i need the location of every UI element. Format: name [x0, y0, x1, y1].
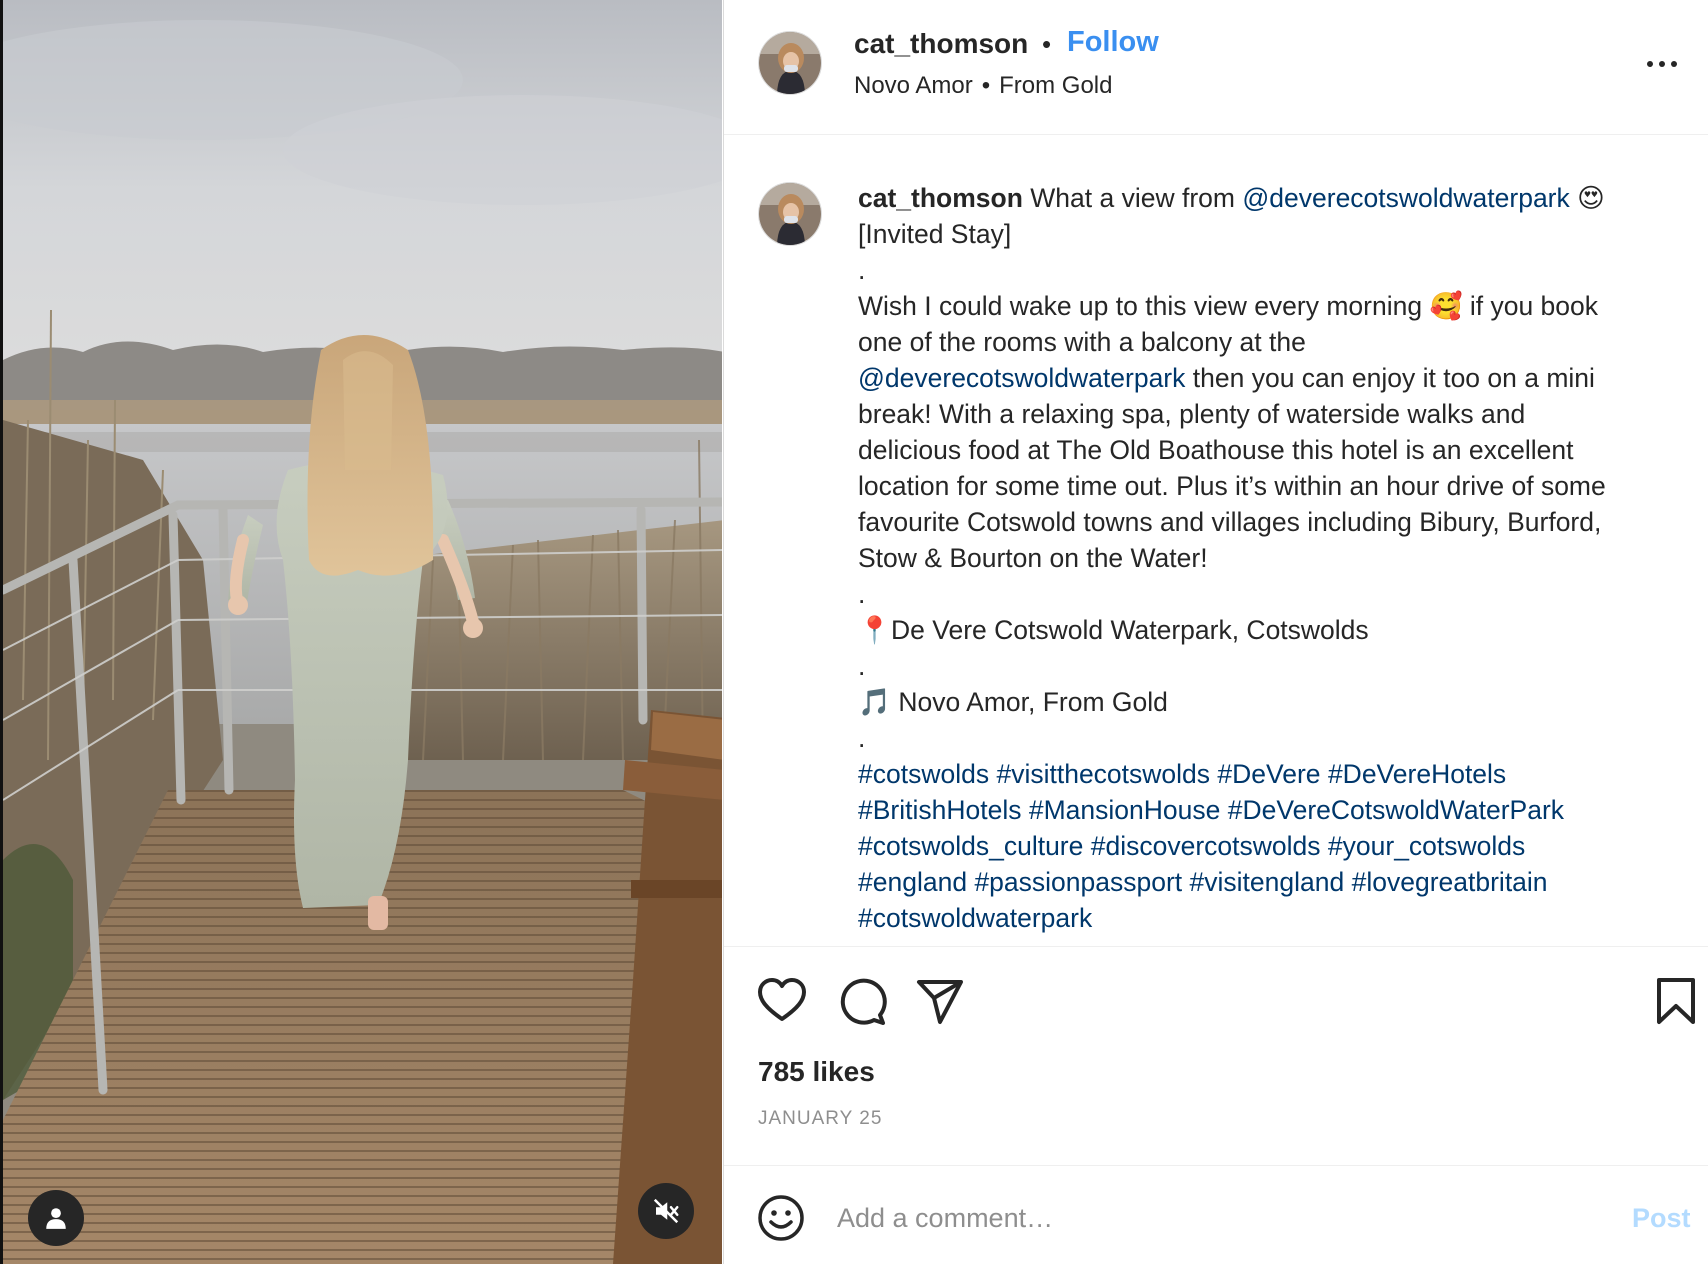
location-pin-icon: 📍	[858, 615, 891, 645]
hashtag-link[interactable]: #discovercotswolds	[1091, 831, 1321, 861]
caption-line: favourite Cotswold towns and villages in…	[858, 507, 1602, 537]
post-video[interactable]	[0, 0, 722, 1264]
music-text: Novo Amor, From Gold	[898, 687, 1168, 717]
comment-box-divider	[724, 1165, 1708, 1166]
instagram-post-view: cat_thomson • Follow Novo Amor • From Gold	[0, 0, 1708, 1264]
header-separator: •	[1042, 29, 1052, 59]
post-date[interactable]: JANUARY 25	[758, 1108, 882, 1130]
paper-plane-icon	[917, 980, 963, 1024]
more-options-button[interactable]	[1644, 52, 1680, 76]
hashtag-link[interactable]: #passionpassport	[974, 867, 1182, 897]
avatar-photo	[759, 183, 821, 245]
mention-link[interactable]: @deverecotswoldwaterpark	[1242, 183, 1569, 213]
hashtag-link[interactable]: #visitengland	[1190, 867, 1345, 897]
hashtag-link[interactable]: #DeVere	[1217, 759, 1320, 789]
hashtag-link[interactable]: #cotswoldwaterpark	[858, 903, 1092, 933]
caption-line: @deverecotswoldwaterpark then you can en…	[858, 360, 1698, 396]
share-button[interactable]	[914, 975, 966, 1027]
caption-line: 🎵 Novo Amor, From Gold	[858, 684, 1698, 720]
audio-track[interactable]: From Gold	[999, 72, 1112, 99]
heart-eyes-emoji: 😍	[1577, 183, 1605, 213]
caption-line: Wish I could wake up to this view every …	[858, 288, 1698, 324]
caption-line: cat_thomson What a view from @deverecots…	[858, 180, 1698, 216]
hashtag-link[interactable]: #BritishHotels	[858, 795, 1021, 825]
caption-line: 📍De Vere Cotswold Waterpark, Cotswolds	[858, 612, 1698, 648]
follow-button[interactable]: Follow	[1067, 26, 1159, 59]
hashtag-link[interactable]: #lovegreatbritain	[1352, 867, 1548, 897]
hashtag-link[interactable]: #cotswolds	[858, 759, 989, 789]
caption-line: break! With a relaxing spa, plenty of wa…	[858, 399, 1526, 429]
comment-bubble-icon	[840, 978, 887, 1025]
audio-attribution[interactable]: Novo Amor • From Gold	[854, 72, 1112, 100]
tagged-users-button[interactable]	[28, 1190, 84, 1246]
caption-line: location for some time out. Plus it’s wi…	[858, 471, 1606, 501]
hashtag-link[interactable]: #DeVereCotswoldWaterPark	[1228, 795, 1564, 825]
caption-text: if you book	[1469, 291, 1599, 321]
save-button[interactable]	[1650, 975, 1702, 1027]
caption-text: What a view from	[1030, 183, 1235, 213]
hashtag-link[interactable]: #DeVereHotels	[1328, 759, 1506, 789]
heart-icon	[758, 978, 806, 1021]
post-comment-button[interactable]: Post	[1632, 1203, 1691, 1234]
likes-count[interactable]: 785 likes	[758, 1056, 875, 1088]
hashtag-link[interactable]: #visitthecotswolds	[996, 759, 1210, 789]
caption-line: delicious food at The Old Boathouse this…	[858, 435, 1574, 465]
caption-dot: .	[858, 579, 866, 609]
caption-dot: .	[858, 651, 866, 681]
ellipsis-icon	[1647, 61, 1677, 67]
hashtag-line: #cotswolds #visitthecotswolds #DeVere #D…	[858, 756, 1698, 792]
video-frame	[3, 0, 722, 1264]
emoji-button[interactable]	[757, 1194, 805, 1242]
caption-line: one of the rooms with a balcony at the	[858, 327, 1306, 357]
caption-text: Wish I could wake up to this view every …	[858, 291, 1423, 321]
audio-separator: •	[981, 72, 991, 99]
comment-input[interactable]	[837, 1200, 1577, 1236]
hashtag-line: #cotswoldwaterpark	[858, 900, 1698, 936]
hashtag-link[interactable]: #cotswolds_culture	[858, 831, 1083, 861]
mute-button[interactable]	[638, 1183, 694, 1239]
hashtag-link[interactable]: #england	[858, 867, 967, 897]
person-icon	[46, 1208, 66, 1229]
caption-line: Stow & Bourton on the Water!	[858, 543, 1208, 573]
like-button[interactable]	[756, 975, 808, 1027]
hashtag-line: #cotswolds_culture #discovercotswolds #y…	[858, 828, 1698, 864]
smiley-icon	[758, 1195, 804, 1241]
comments-divider	[724, 946, 1708, 947]
comment-button[interactable]	[836, 975, 888, 1027]
caption-dot: .	[858, 255, 866, 285]
caption-author-avatar[interactable]	[758, 182, 822, 246]
bookmark-icon	[1657, 978, 1695, 1024]
caption-line: [Invited Stay]	[858, 219, 1012, 249]
hashtag-link[interactable]: #MansionHouse	[1029, 795, 1221, 825]
caption-username[interactable]: cat_thomson	[858, 183, 1023, 213]
audio-artist[interactable]: Novo Amor	[854, 72, 973, 99]
music-note-icon: 🎵	[858, 687, 891, 717]
avatar-photo	[759, 32, 821, 94]
location-text: De Vere Cotswold Waterpark, Cotswolds	[891, 615, 1369, 645]
author-avatar[interactable]	[758, 31, 822, 95]
post-details-panel: cat_thomson • Follow Novo Amor • From Gold	[723, 0, 1708, 1264]
post-caption: cat_thomson What a view from @deverecots…	[858, 180, 1698, 936]
mention-link[interactable]: @deverecotswoldwaterpark	[858, 363, 1185, 393]
caption-text: then you can enjoy it too on a mini	[1192, 363, 1595, 393]
author-username[interactable]: cat_thomson	[854, 28, 1028, 60]
hashtag-line: #BritishHotels #MansionHouse #DeVereCots…	[858, 792, 1698, 828]
header-divider	[724, 134, 1708, 135]
hashtag-link[interactable]: #your_cotswolds	[1328, 831, 1525, 861]
hashtag-line: #england #passionpassport #visitengland …	[858, 864, 1698, 900]
smiling-hearts-emoji: 🥰	[1429, 291, 1463, 321]
caption-dot: .	[858, 723, 866, 753]
speaker-muted-icon	[653, 1198, 679, 1224]
